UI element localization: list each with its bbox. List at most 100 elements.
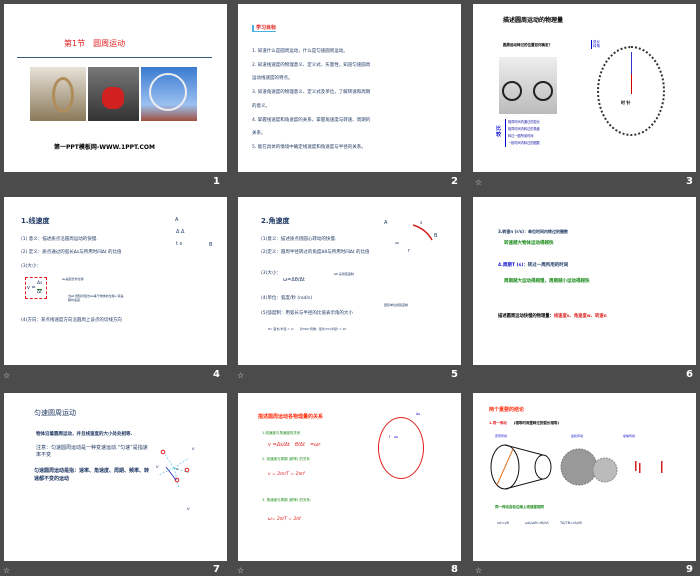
transition-icon[interactable]: ☆ bbox=[3, 566, 10, 575]
objective-item: 的意义。 bbox=[252, 104, 270, 109]
diagram-label: Δθ bbox=[395, 241, 399, 245]
diagram-label: r bbox=[408, 248, 411, 254]
compare-list: 相同时间内通过的弧长 相同时间内转过的角度 转过一圈所用时间 一段时间内转过的圈数 bbox=[505, 119, 540, 147]
diagram-label: r bbox=[389, 434, 391, 439]
diagram-label: t s bbox=[176, 241, 183, 247]
slide-thumbnail-8[interactable]: 描述圆周运动各物理量的关系 1.线速度与角速度的关系 v =Δs/Δt θ/Δt… bbox=[238, 393, 461, 561]
equation: θ= 弧长/半径 = l/r 对360°周角：弧长2πr/半径r = 2π bbox=[268, 327, 347, 331]
objective-item: 5. 能在具体的情境中确定线速度和角速度与半径的关系。 bbox=[252, 145, 366, 150]
equation: ωA/ωB=rB/rA bbox=[525, 521, 549, 525]
text-line: (2)定义：圆周半径转过的角度Δθ与所用时间Δt 的比值 bbox=[261, 250, 370, 255]
text-line: (2) 定义：质点通过的弧长Δs与所用时间Δt 的比值 bbox=[21, 250, 122, 255]
transition-icon[interactable]: ☆ bbox=[3, 371, 10, 380]
text-line: (4)方向：某点线速度方向沿圆周上该点的切线方向 bbox=[21, 318, 122, 323]
slide-title: 2.角速度 bbox=[261, 217, 290, 225]
type-label: 摩擦传动 bbox=[623, 434, 636, 438]
type-label: 皮带传动 bbox=[495, 434, 508, 438]
slide-number: 7 bbox=[213, 564, 220, 575]
clock-label: 时 针 bbox=[621, 100, 631, 105]
diagram-label: A bbox=[384, 220, 388, 226]
slide-number: 6 bbox=[686, 369, 693, 380]
note: Δθ 采用弧度制 bbox=[334, 272, 354, 276]
clock-face: 时 针 bbox=[597, 46, 665, 136]
brace-options: 弧长 转角 bbox=[591, 40, 600, 49]
circle-diagram bbox=[378, 417, 424, 479]
text-line: 4.周期T (s)：转过一周所用的时间 bbox=[498, 263, 569, 268]
rollercoaster-image bbox=[30, 67, 86, 121]
slide-title: 第1节 圆周运动 bbox=[64, 39, 126, 48]
text-line: (4)单位：弧度/秒 (rad/s) bbox=[261, 296, 313, 301]
velocity-label: v bbox=[187, 507, 190, 512]
section-label: 3. 角速度与周期 (频率) 的关系: bbox=[262, 498, 312, 502]
slide-thumbnail-3[interactable]: 描述圆周运动的物理量 圆周运动转过的位置如何确定? 弧长 转角 时 针 比较 相同… bbox=[473, 4, 696, 172]
formula: ω=Δθ/Δt bbox=[283, 277, 305, 283]
note: 国际单位用弧度制 bbox=[384, 303, 409, 307]
slide-number: 2 bbox=[451, 176, 458, 187]
objective-item: 关系。 bbox=[252, 131, 266, 136]
question-text: 圆周运动转过的位置如何确定? bbox=[503, 43, 551, 47]
transition-icon[interactable]: ☆ bbox=[237, 371, 244, 380]
slide-thumbnail-5[interactable]: 2.角速度 (1)意义：描述质点绕圆心转动的快慢. (2)定义：圆周半径转过的角… bbox=[238, 197, 461, 365]
text-line: (1) 意义：描述质点沿圆周运动的快慢. bbox=[21, 237, 98, 242]
slide-title: 描述圆周运动各物理量的关系 bbox=[258, 414, 324, 420]
slide-title: 匀速圆周运动 bbox=[34, 409, 76, 417]
formula-box: v = Δs Δt bbox=[25, 277, 47, 299]
text-line: 3.转速n (r/s)：单位时间内转过的圈数 bbox=[498, 229, 569, 234]
formula: ω= 2π/T = 2πf bbox=[268, 517, 301, 522]
equation: TA/TB=rA/rB bbox=[560, 521, 582, 525]
objective-item: 4. 掌握线速度和角速度的关系，掌握角速度与转速、周期的 bbox=[252, 118, 371, 123]
text-line: 同一传动各轮边缘上线速度相同 bbox=[495, 505, 544, 509]
transmission-diagrams bbox=[490, 444, 663, 490]
text-line: (1)意义：描述质点绕圆心转动的快慢. bbox=[261, 237, 337, 242]
diagram-label: B bbox=[209, 242, 213, 248]
slide-thumbnail-9[interactable]: 两个重要的结论 1.同一传动 (相等时间里转过的弧长相等) 皮带传动 齿轮传动 … bbox=[473, 393, 696, 561]
objective-item: 2. 知道线速度的物理意义、定义式、矢量性，知道匀速圆周 bbox=[252, 63, 371, 68]
text-line: (5)弧度制：用弧长与半径的比值表示角的大小 bbox=[261, 311, 353, 316]
text-line: (3)大小： bbox=[21, 264, 41, 269]
diagram-label: B bbox=[434, 233, 438, 239]
transition-icon[interactable]: ☆ bbox=[475, 178, 482, 187]
slide-number: 4 bbox=[213, 369, 220, 380]
formula: v =Δs/Δt θ/Δt =ωr bbox=[268, 442, 321, 448]
transition-icon[interactable]: ☆ bbox=[475, 566, 482, 575]
text-paragraph: 匀速圆周运动是指：速率、角速度、周期、频率、转速都不变的运动 bbox=[34, 468, 150, 482]
text-line: 描述圆周运动快慢的物理量：线速度v、角速度w、转速n bbox=[498, 314, 607, 319]
note: Δs是弧长非位移 bbox=[62, 277, 84, 281]
text-paragraph: 注意：匀速圆周运动是一种变速运动.“匀速”是指速率不变 bbox=[36, 445, 148, 458]
ferris-wheel-image bbox=[141, 67, 197, 121]
slide-footer: 第一PPT模板网-WWW.1PPT.COM bbox=[54, 144, 155, 151]
slide-thumbnail-1[interactable]: 第1节 圆周运动 第一PPT模板网-WWW.1PPT.COM bbox=[4, 4, 227, 172]
slide-thumbnail-4[interactable]: 1.线速度 (1) 意义：描述质点沿圆周运动的快慢. (2) 定义：质点通过的弧… bbox=[4, 197, 227, 365]
slide-thumbnail-6[interactable]: 3.转速n (r/s)：单位时间内转过的圈数 转速越大物体运动得越快 4.周期T… bbox=[473, 197, 696, 365]
slide-thumbnail-7[interactable]: 匀速圆周运动 物体沿着圆周运动，并且线速度的大小处处相等. 注意：匀速圆周运动是… bbox=[4, 393, 227, 561]
text-line: 转速越大物体运动得越快 bbox=[504, 241, 554, 246]
slide-number: 9 bbox=[686, 564, 693, 575]
diagram-label: Δθ bbox=[394, 435, 398, 439]
arc-diagram bbox=[412, 224, 433, 241]
slide-thumbnail-2[interactable]: 学习目标 1. 知道什么是圆周运动，什么是匀速圆周运动。 2. 知道线速度的物理… bbox=[238, 4, 461, 172]
type-label: 齿轮传动 bbox=[571, 434, 584, 438]
note: 当Δt 很短时弧长Δs等于物体的位移v 就是瞬时速度 bbox=[68, 294, 124, 302]
slide-number: 5 bbox=[451, 369, 458, 380]
objective-item: 1. 知道什么是圆周运动，什么是匀速圆周运动。 bbox=[252, 49, 348, 54]
text-line: 周期越大运动得越慢，周期越小运动得越快 bbox=[504, 279, 590, 284]
velocity-label: v bbox=[156, 465, 159, 470]
slide-title: 描述圆周运动的物理量 bbox=[503, 17, 564, 24]
slide-number: 8 bbox=[451, 564, 458, 575]
text-paragraph: 物体沿着圆周运动，并且线速度的大小处处相等. bbox=[36, 432, 133, 437]
formula: v = 2πr/T = 2πrf bbox=[268, 472, 305, 477]
diagram-label: Δs bbox=[416, 412, 421, 416]
equation: vA=vB bbox=[497, 521, 509, 525]
text-line: (3)大小： bbox=[261, 271, 281, 276]
objective-item: 3. 知道角速度的物理意义、定义式及单位，了解转速和周期 bbox=[252, 90, 371, 95]
section-label: 2. 线速度与周期 (频率) 的关系 bbox=[262, 457, 310, 461]
compare-label: 比较 bbox=[496, 126, 502, 139]
bicycle-image bbox=[499, 57, 557, 114]
slide-number: 1 bbox=[213, 176, 220, 187]
transition-icon[interactable]: ☆ bbox=[237, 566, 244, 575]
text-line: 1.同一传动 (相等时间里转过的弧长相等) bbox=[489, 421, 559, 425]
diagram-label: A bbox=[175, 217, 179, 223]
diagram-label: s bbox=[420, 221, 423, 226]
motorcycle-image bbox=[88, 67, 139, 121]
center-label: o bbox=[176, 467, 179, 471]
